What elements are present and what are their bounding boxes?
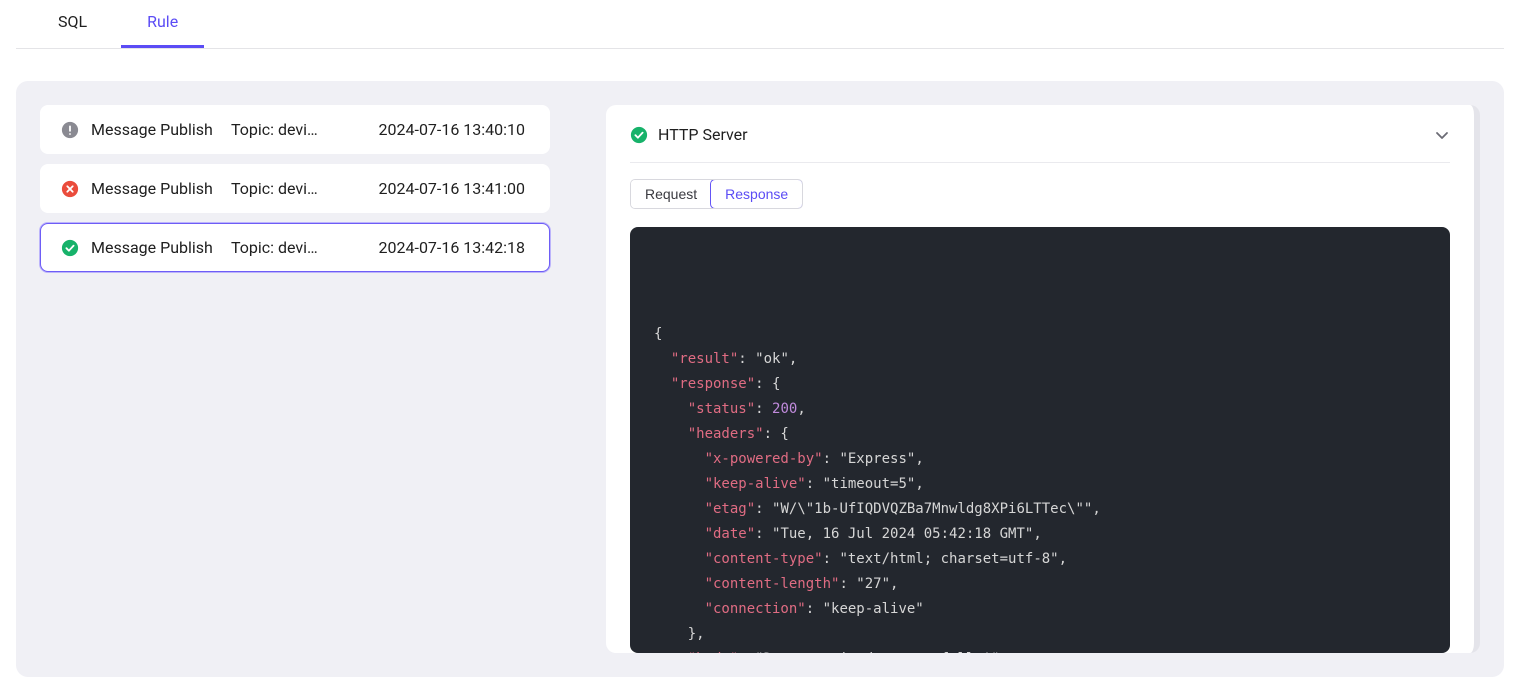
detail-header: HTTP Server [630, 125, 1450, 163]
detail-title: HTTP Server [658, 125, 1434, 144]
main-panel: Message Publish Topic: devi… 2024-07-16 … [16, 81, 1504, 677]
response-code-block[interactable]: { "result": "ok", "response": { "status"… [630, 227, 1450, 653]
tab-rule[interactable]: Rule [121, 0, 204, 48]
success-icon [61, 239, 79, 257]
event-topic: Topic: devi… [231, 179, 341, 198]
detail-panel: HTTP Server Request Response { "result":… [606, 105, 1480, 653]
event-time: 2024-07-16 13:41:00 [379, 179, 525, 198]
event-time: 2024-07-16 13:42:18 [379, 238, 525, 257]
error-icon [61, 180, 79, 198]
toggle-request[interactable]: Request [631, 180, 711, 208]
event-time: 2024-07-16 13:40:10 [379, 120, 525, 139]
copy-icon[interactable] [1418, 241, 1436, 259]
chevron-down-icon[interactable] [1434, 127, 1450, 143]
event-row-1[interactable]: Message Publish Topic: devi… 2024-07-16 … [40, 164, 550, 213]
success-icon [630, 126, 648, 144]
event-row-2[interactable]: Message Publish Topic: devi… 2024-07-16 … [40, 223, 550, 272]
event-list: Message Publish Topic: devi… 2024-07-16 … [40, 105, 550, 653]
event-label: Message Publish [91, 120, 231, 139]
toggle-response[interactable]: Response [710, 179, 803, 209]
warning-icon [61, 121, 79, 139]
event-label: Message Publish [91, 238, 231, 257]
request-response-toggle: Request Response [630, 179, 803, 209]
event-topic: Topic: devi… [231, 120, 341, 139]
event-label: Message Publish [91, 179, 231, 198]
main-tabs: SQL Rule [16, 0, 1504, 49]
tab-sql[interactable]: SQL [32, 0, 113, 48]
event-topic: Topic: devi… [231, 238, 341, 257]
event-row-0[interactable]: Message Publish Topic: devi… 2024-07-16 … [40, 105, 550, 154]
